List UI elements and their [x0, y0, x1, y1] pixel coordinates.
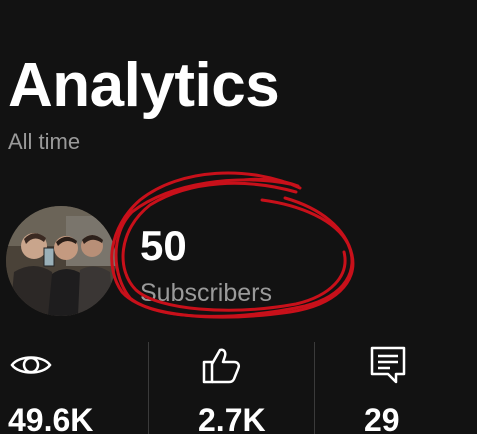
likes-value: 2.7K [198, 402, 266, 434]
comment-icon[interactable] [368, 344, 408, 386]
comments-value: 29 [364, 402, 400, 434]
subscribers-count: 50 [140, 222, 187, 269]
subscribers-label: Subscribers [140, 279, 272, 307]
views-value: 49.6K [8, 402, 94, 434]
avatar[interactable] [6, 206, 116, 316]
stats-divider [148, 342, 149, 434]
stats-divider [314, 342, 315, 434]
eye-icon[interactable] [10, 344, 52, 386]
chevron-left-icon[interactable] [8, 0, 38, 12]
thumbs-up-icon[interactable] [200, 344, 242, 386]
page-title: Analytics [8, 51, 280, 120]
time-period-label[interactable]: All time [8, 128, 80, 156]
